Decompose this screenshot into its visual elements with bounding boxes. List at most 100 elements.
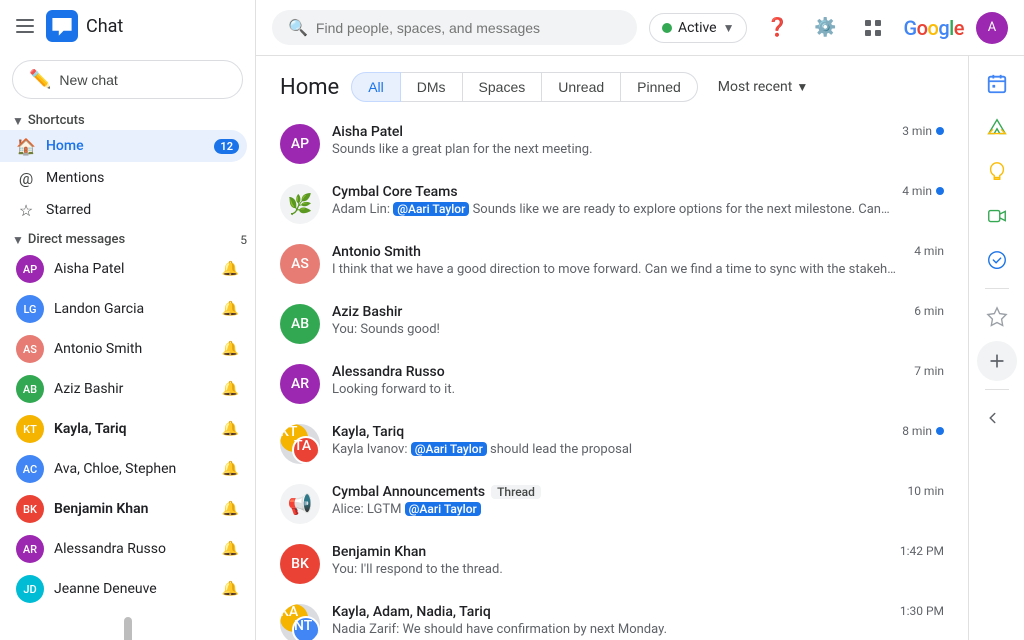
filter-tab-spaces[interactable]: Spaces [463, 72, 543, 102]
chat-body: Kayla, Tariq Kayla Ivanov: @Aari Taylor … [332, 424, 890, 457]
starred-label: Starred [46, 202, 239, 218]
chat-body: Cymbal Announcements Thread Alice: LGTM … [332, 484, 895, 517]
filter-tab-pinned[interactable]: Pinned [621, 72, 698, 102]
shortcuts-section[interactable]: ▼ Shortcuts [0, 107, 255, 130]
chat-name-text: Kayla, Tariq [332, 424, 404, 440]
chat-item[interactable]: AS Antonio Smith I think that we have a … [264, 234, 960, 294]
sort-button[interactable]: Most recent ▼ [710, 73, 816, 101]
star-icon[interactable] [977, 297, 1017, 337]
chat-body: Antonio Smith I think that we have a goo… [332, 244, 902, 277]
chat-avatar: AP [280, 124, 320, 164]
new-chat-label: New chat [59, 72, 117, 88]
dm-avatar: AB [16, 375, 44, 403]
help-button[interactable]: ❓ [759, 10, 795, 46]
status-pill[interactable]: Active ▼ [649, 13, 747, 43]
dm-name: Aziz Bashir [54, 381, 212, 397]
sidebar-top: Chat [0, 0, 255, 52]
dm-section[interactable]: ▼ Direct messages 5 [0, 226, 255, 249]
chat-item[interactable]: 📢 Cymbal Announcements Thread Alice: LGT… [264, 474, 960, 534]
menu-button[interactable] [12, 15, 38, 37]
dm-chevron: ▼ [12, 233, 24, 247]
new-chat-icon: ✏️ [29, 69, 51, 90]
dm-list: AP Aisha Patel 🔔 LG Landon Garcia 🔔 AS A… [0, 249, 255, 609]
filter-tab-all[interactable]: All [351, 72, 401, 102]
sidebar-item-dm[interactable]: AP Aisha Patel 🔔 [0, 249, 247, 289]
sidebar-item-dm[interactable]: JD Jeanne Deneuve 🔔 [0, 569, 247, 609]
topbar: 🔍 Active ▼ ❓ ⚙️ Google A [256, 0, 1024, 56]
dm-name: Ava, Chloe, Stephen [54, 461, 212, 477]
sidebar-item-dm[interactable]: AS Antonio Smith 🔔 [0, 329, 247, 369]
sidebar-item-dm[interactable]: LG Landon Garcia 🔔 [0, 289, 247, 329]
new-chat-button[interactable]: ✏️ New chat [12, 60, 243, 99]
sidebar-item-dm[interactable]: KT Kayla, Tariq 🔔 [0, 409, 247, 449]
chat-preview: Adam Lin: @Aari Taylor Sounds like we ar… [332, 202, 890, 217]
sidebar-scrollbar[interactable] [124, 617, 132, 640]
chat-item[interactable]: AR Alessandra Russo Looking forward to i… [264, 354, 960, 414]
chat-time: 10 min [907, 484, 944, 498]
dm-avatar: JD [16, 575, 44, 603]
tasks-icon[interactable] [977, 240, 1017, 280]
chat-preview: Sounds like a great plan for the next me… [332, 142, 890, 157]
dm-name: Kayla, Tariq [54, 421, 212, 437]
time-text: 4 min [914, 244, 944, 258]
chat-preview: I think that we have a good direction to… [332, 262, 902, 277]
chat-body: Aziz Bashir You: Sounds good! [332, 304, 902, 337]
chat-item[interactable]: BK Benjamin Khan You: I'll respond to th… [264, 534, 960, 594]
add-icon[interactable] [977, 341, 1017, 381]
chat-item[interactable]: KT TA Kayla, Tariq Kayla Ivanov: @Aari T… [264, 414, 960, 474]
chat-item[interactable]: 🌿 Cymbal Core Teams Adam Lin: @Aari Tayl… [264, 174, 960, 234]
chat-name-text: Cymbal Announcements [332, 484, 485, 500]
chat-item[interactable]: AP Aisha Patel Sounds like a great plan … [264, 114, 960, 174]
sidebar-item-home[interactable]: 🏠 Home 12 [0, 130, 247, 162]
notification-icon: 🔔 [222, 541, 239, 557]
chat-item[interactable]: KA NT Kayla, Adam, Nadia, Tariq Nadia Za… [264, 594, 960, 640]
right-panel [968, 56, 1024, 640]
time-text: 3 min [902, 124, 932, 138]
filter-tab-dms[interactable]: DMs [401, 72, 463, 102]
chat-name-text: Cymbal Core Teams [332, 184, 458, 200]
user-avatar[interactable]: A [976, 12, 1008, 44]
phone-icon[interactable] [977, 196, 1017, 236]
drive-icon[interactable] [977, 108, 1017, 148]
settings-button[interactable]: ⚙️ [807, 10, 843, 46]
notification-icon: 🔔 [222, 381, 239, 397]
calendar-icon[interactable] [977, 64, 1017, 104]
chat-logo [46, 10, 78, 42]
space-avatar: 📢 [280, 484, 320, 524]
sidebar-item-mentions[interactable]: @ Mentions [0, 162, 247, 194]
chat-name: Benjamin Khan [332, 544, 888, 560]
topbar-right: Active ▼ ❓ ⚙️ Google A [649, 10, 1008, 46]
chat-name: Aziz Bashir [332, 304, 902, 320]
unread-dot [936, 427, 944, 435]
chat-item[interactable]: AB Aziz Bashir You: Sounds good! 6 min [264, 294, 960, 354]
filter-tab-unread[interactable]: Unread [542, 72, 621, 102]
dm-name: Jeanne Deneuve [54, 581, 212, 597]
mention-tag: @Aari Taylor [411, 442, 487, 456]
apps-button[interactable] [855, 10, 891, 46]
search-box[interactable]: 🔍 [272, 10, 637, 45]
notification-icon: 🔔 [222, 501, 239, 517]
sidebar-item-dm[interactable]: AR Alessandra Russo 🔔 [0, 529, 247, 569]
chat-name: Cymbal Core Teams [332, 184, 890, 200]
notification-icon: 🔔 [222, 261, 239, 277]
chat-avatar: AR [280, 364, 320, 404]
sidebar-item-dm[interactable]: BK Benjamin Khan 🔔 [0, 489, 247, 529]
chat-avatar-double: KT TA [280, 424, 320, 464]
chat-time: 1:42 PM [900, 544, 944, 558]
sidebar-item-dm[interactable]: AB Aziz Bashir 🔔 [0, 369, 247, 409]
space-avatar: 🌿 [280, 184, 320, 224]
chat-name: Cymbal Announcements Thread [332, 484, 895, 500]
expand-icon[interactable] [977, 398, 1017, 438]
chat-name-text: Benjamin Khan [332, 544, 426, 560]
page-title: Home [280, 75, 339, 100]
chat-name: Kayla, Tariq [332, 424, 890, 440]
search-input[interactable] [316, 20, 621, 36]
dm-avatar: LG [16, 295, 44, 323]
chat-name-text: Aisha Patel [332, 124, 403, 140]
keep-icon[interactable] [977, 152, 1017, 192]
sidebar-item-starred[interactable]: ☆ Starred [0, 194, 247, 226]
chat-name: Alessandra Russo [332, 364, 902, 380]
sidebar-item-dm[interactable]: AC Ava, Chloe, Stephen 🔔 [0, 449, 247, 489]
dm-avatar: AS [16, 335, 44, 363]
dm-label: Direct messages [28, 232, 125, 247]
